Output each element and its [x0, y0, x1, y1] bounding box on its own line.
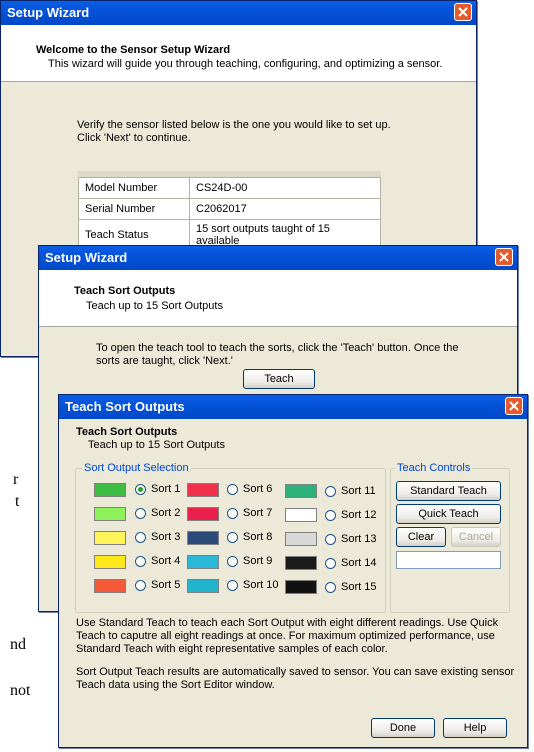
description-text: Teach to caputre all eight readings at o… — [76, 630, 495, 642]
header-title: Teach Sort Outputs — [74, 285, 176, 297]
sort-label[interactable]: Sort 11 — [341, 485, 376, 497]
description-text: Sort Output Teach results are automatica… — [76, 666, 515, 678]
close-icon — [509, 401, 519, 411]
description-text: Use Standard Teach to teach each Sort Ou… — [76, 617, 499, 629]
sort-label[interactable]: Sort 4 — [151, 555, 180, 567]
quick-teach-button[interactable]: Quick Teach — [396, 504, 501, 524]
group-label: Sort Output Selection — [82, 462, 191, 474]
clear-button[interactable]: Clear — [396, 527, 446, 547]
sort-label[interactable]: Sort 6 — [243, 483, 272, 495]
table-cell-value: CS24D-00 — [189, 177, 381, 199]
window-title: Setup Wizard — [7, 5, 90, 20]
bg-text-fragment: t — [15, 493, 20, 510]
close-button[interactable] — [495, 248, 513, 266]
instruction-text: sorts are taught, click 'Next.' — [96, 355, 233, 367]
table-row: Model Number CS24D-00 — [78, 177, 381, 199]
bg-text-fragment: nd — [10, 636, 26, 653]
close-icon — [458, 7, 468, 17]
done-button[interactable]: Done — [371, 718, 435, 738]
sort-color-swatch — [285, 532, 317, 546]
sort-radio[interactable] — [227, 580, 238, 591]
header-title: Teach Sort Outputs — [76, 426, 178, 438]
header-title: Welcome to the Sensor Setup Wizard — [36, 44, 231, 56]
teach-status-field — [396, 551, 501, 569]
close-button[interactable] — [454, 3, 472, 21]
sort-color-swatch — [94, 531, 126, 545]
bg-text-fragment: not — [10, 682, 31, 699]
sort-color-swatch — [285, 508, 317, 522]
sort-label[interactable]: Sort 5 — [151, 579, 180, 591]
standard-teach-button[interactable]: Standard Teach — [396, 481, 501, 501]
sort-radio[interactable] — [325, 534, 336, 545]
description-text: Teach data using the Sort Editor window. — [76, 679, 275, 691]
sort-radio[interactable] — [227, 484, 238, 495]
sort-color-swatch — [94, 507, 126, 521]
sort-color-swatch — [285, 484, 317, 498]
title-bar[interactable]: Teach Sort Outputs — [59, 395, 527, 419]
table-cell-value: C2062017 — [189, 198, 381, 220]
window-title: Teach Sort Outputs — [65, 399, 185, 414]
instruction-text: To open the teach tool to teach the sort… — [96, 342, 459, 354]
wizard-header: Teach Sort Outputs Teach up to 15 Sort O… — [39, 270, 517, 327]
sort-label[interactable]: Sort 3 — [151, 531, 180, 543]
wizard-header: Welcome to the Sensor Setup Wizard This … — [1, 25, 476, 82]
close-icon — [499, 252, 509, 262]
sort-radio[interactable] — [227, 532, 238, 543]
sort-color-swatch — [187, 507, 219, 521]
sort-label[interactable]: Sort 12 — [341, 509, 376, 521]
help-button[interactable]: Help — [443, 718, 507, 738]
table-cell-label: Model Number — [78, 177, 190, 199]
sort-label[interactable]: Sort 10 — [243, 579, 278, 591]
instruction-text: Verify the sensor listed below is the on… — [77, 119, 391, 131]
sort-color-swatch — [187, 531, 219, 545]
title-bar[interactable]: Setup Wizard — [39, 246, 517, 270]
sort-label[interactable]: Sort 1 — [151, 483, 180, 495]
description-text: Standard Teach with eight representative… — [76, 643, 388, 655]
sort-radio[interactable] — [135, 580, 146, 591]
sort-radio[interactable] — [227, 556, 238, 567]
sort-label[interactable]: Sort 2 — [151, 507, 180, 519]
sort-label[interactable]: Sort 9 — [243, 555, 272, 567]
sort-radio[interactable] — [135, 508, 146, 519]
sort-label[interactable]: Sort 7 — [243, 507, 272, 519]
sort-color-swatch — [187, 483, 219, 497]
teach-sort-outputs-window: Teach Sort Outputs Teach Sort Outputs Te… — [58, 394, 528, 748]
sort-radio[interactable] — [135, 532, 146, 543]
sort-label[interactable]: Sort 8 — [243, 531, 272, 543]
sensor-info-table: Model Number CS24D-00 Serial Number C20620… — [78, 177, 381, 251]
header-subtitle: This wizard will guide you through teach… — [48, 58, 443, 70]
sort-label[interactable]: Sort 15 — [341, 581, 376, 593]
sort-color-swatch — [187, 579, 219, 593]
table-row: Serial Number C2062017 — [78, 198, 381, 220]
title-bar[interactable]: Setup Wizard — [1, 1, 476, 25]
bg-text-fragment: r — [13, 471, 19, 488]
header-subtitle: Teach up to 15 Sort Outputs — [88, 439, 225, 451]
sort-radio[interactable] — [325, 582, 336, 593]
sort-color-swatch — [94, 579, 126, 593]
header-subtitle: Teach up to 15 Sort Outputs — [86, 300, 223, 312]
sort-label[interactable]: Sort 14 — [341, 557, 376, 569]
close-button[interactable] — [505, 397, 523, 415]
sort-radio[interactable] — [325, 558, 336, 569]
teach-button[interactable]: Teach — [243, 369, 315, 389]
window-title: Setup Wizard — [45, 250, 128, 265]
instruction-text: Click 'Next' to continue. — [77, 132, 191, 144]
group-label: Teach Controls — [395, 462, 473, 474]
sort-radio[interactable] — [325, 510, 336, 521]
sort-radio[interactable] — [227, 508, 238, 519]
sort-color-swatch — [94, 483, 126, 497]
sort-color-swatch — [285, 556, 317, 570]
cancel-button[interactable]: Cancel — [451, 527, 501, 547]
sort-color-swatch — [187, 555, 219, 569]
sort-color-swatch — [285, 580, 317, 594]
table-cell-label: Serial Number — [78, 198, 190, 220]
sort-radio[interactable] — [325, 486, 336, 497]
sort-label[interactable]: Sort 13 — [341, 533, 376, 545]
sort-color-swatch — [94, 555, 126, 569]
sort-radio[interactable] — [135, 556, 146, 567]
sort-radio[interactable] — [135, 484, 146, 495]
